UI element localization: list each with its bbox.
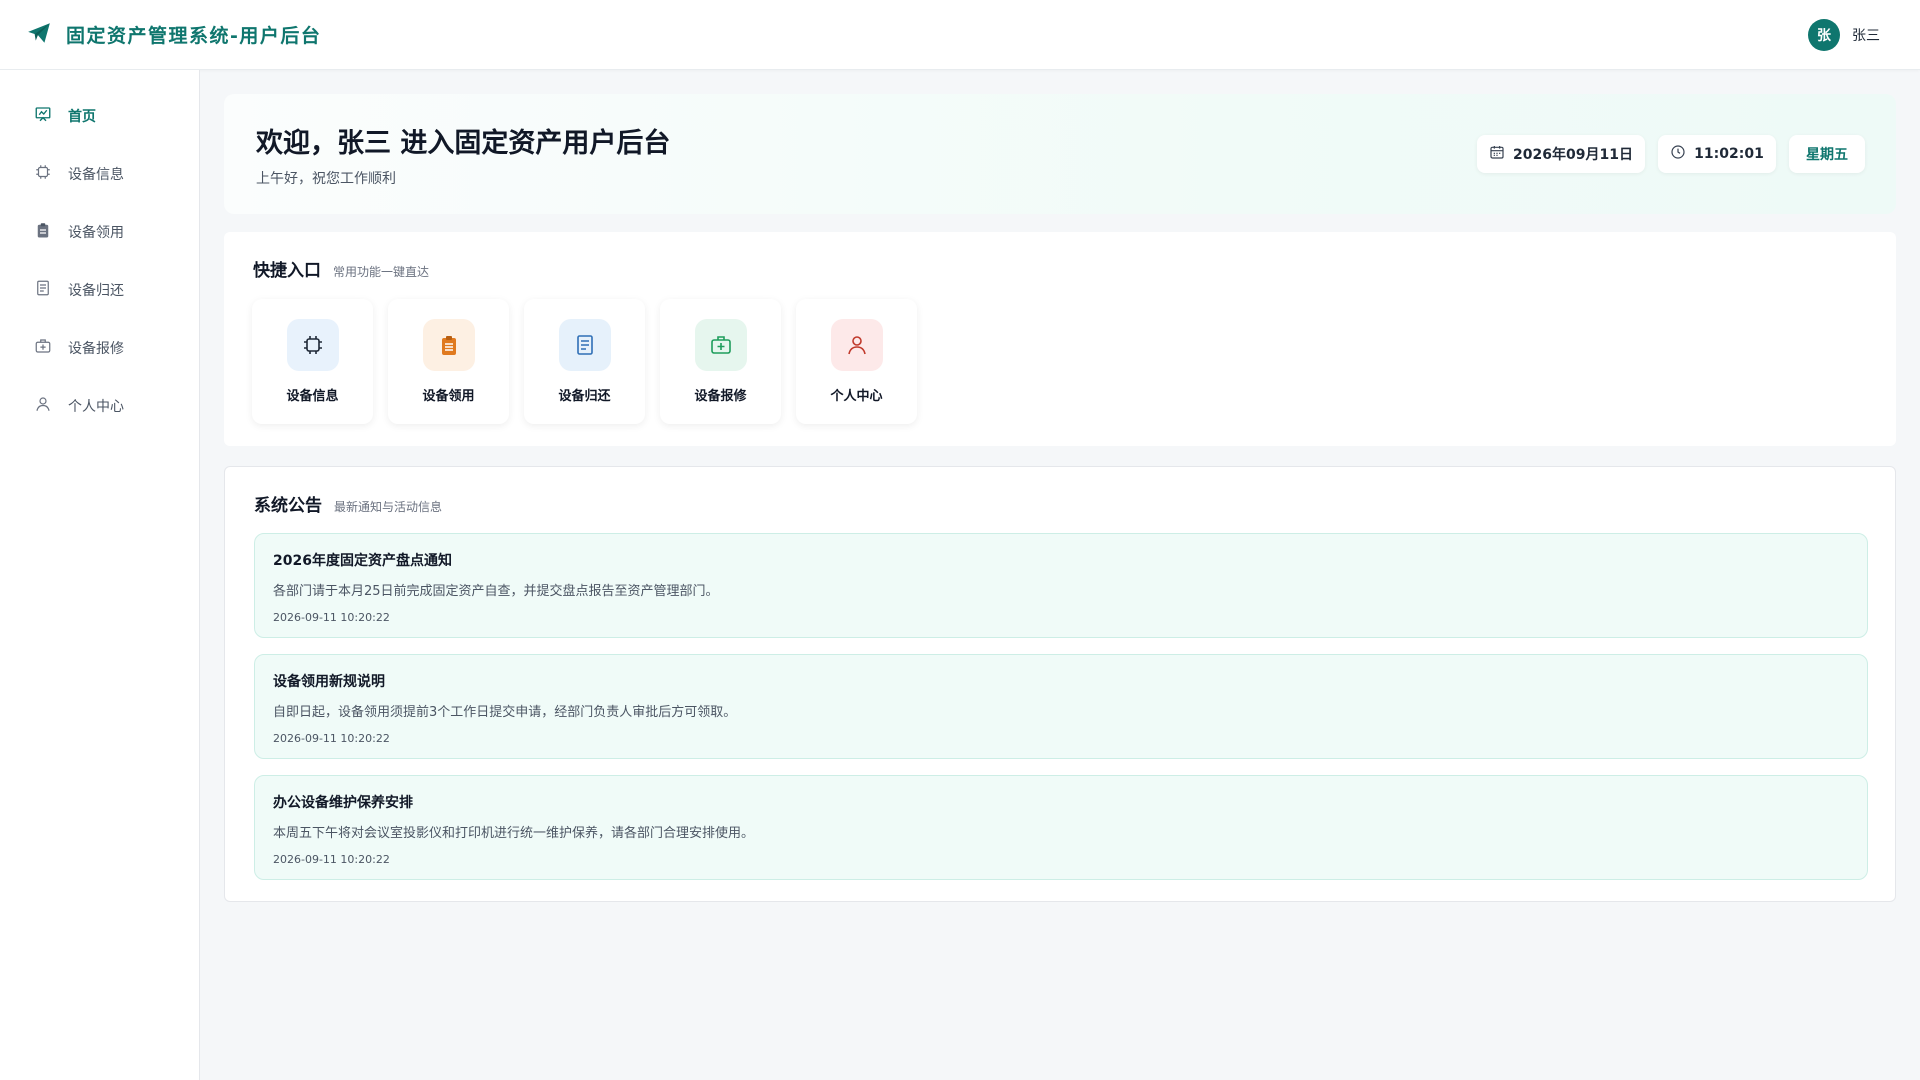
clipboard-icon [422, 319, 475, 371]
medkit-icon [694, 319, 747, 371]
quick-entry-header: 快捷入口 常用功能一键直达 [253, 256, 429, 281]
sidebar-item-label: 设备归还 [68, 283, 124, 299]
section-subtitle: 最新通知与活动信息 [334, 500, 443, 514]
notice-time: 2026-09-11 10:20:22 [273, 732, 390, 745]
tile-label: 设备领用 [422, 389, 475, 404]
sidebar: 首页 设备信息 设备领用 设备归还 设备报修 个人中心 [0, 70, 200, 1080]
weekday-chip: 星期五 [1789, 135, 1865, 173]
tile-label: 设备信息 [286, 389, 339, 404]
sidebar-item-device-borrow[interactable]: 设备领用 [0, 203, 199, 261]
document-icon [34, 279, 52, 301]
quick-tile-device-borrow[interactable]: 设备领用 [388, 299, 509, 424]
sidebar-item-device-info[interactable]: 设备信息 [0, 145, 199, 203]
sidebar-item-label: 设备信息 [68, 167, 124, 183]
clipboard-icon [34, 221, 52, 243]
notice-content: 自即日起，设备领用须提前3个工作日提交申请，经部门负责人审批后方可领取。 [273, 705, 737, 720]
notice-title: 办公设备维护保养安排 [273, 795, 413, 811]
notice-header: 系统公告 最新通知与活动信息 [254, 491, 442, 516]
main-content: 欢迎，张三 进入固定资产用户后台 上午好，祝您工作顺利 2026年09月11日 … [224, 94, 1896, 902]
notice-time: 2026-09-11 10:20:22 [273, 853, 390, 866]
sidebar-item-label: 设备领用 [68, 225, 124, 241]
notice-content: 各部门请于本月25日前完成固定资产自查，并提交盘点报告至资产管理部门。 [273, 584, 719, 599]
notice-time: 2026-09-11 10:20:22 [273, 611, 390, 624]
notice-list: 2026年度固定资产盘点通知 各部门请于本月25日前完成固定资产自查，并提交盘点… [254, 533, 1868, 896]
medkit-icon [34, 337, 52, 359]
quick-tile-device-info[interactable]: 设备信息 [252, 299, 373, 424]
avatar[interactable]: 张 [1808, 19, 1840, 51]
quick-tile-device-repair[interactable]: 设备报修 [660, 299, 781, 424]
user-icon [34, 395, 52, 417]
date-text: 2026年09月11日 [1513, 147, 1633, 163]
document-icon [558, 319, 611, 371]
chart-board-icon [34, 105, 52, 127]
chip-icon [286, 319, 339, 371]
section-title: 快捷入口 [253, 261, 321, 281]
calendar-icon [1489, 144, 1505, 164]
weekday-text: 星期五 [1806, 147, 1848, 163]
welcome-title: 欢迎，张三 进入固定资产用户后台 [256, 128, 671, 159]
notice-title: 设备领用新规说明 [273, 674, 385, 690]
section-title: 系统公告 [254, 496, 322, 516]
chip-icon [34, 163, 52, 185]
tile-label: 设备报修 [694, 389, 747, 404]
sidebar-item-label: 设备报修 [68, 341, 124, 357]
notice-content: 本周五下午将对会议室投影仪和打印机进行统一维护保养，请各部门合理安排使用。 [273, 826, 755, 841]
notice-item[interactable]: 设备领用新规说明 自即日起，设备领用须提前3个工作日提交申请，经部门负责人审批后… [254, 654, 1868, 759]
date-chip: 2026年09月11日 [1477, 135, 1645, 173]
welcome-subtitle: 上午好，祝您工作顺利 [256, 171, 396, 187]
time-chip: 11:02:01 [1658, 135, 1776, 173]
tile-label: 设备归还 [558, 389, 611, 404]
sidebar-item-label: 首页 [68, 109, 96, 125]
clock-icon [1670, 144, 1686, 164]
sidebar-item-profile[interactable]: 个人中心 [0, 377, 199, 435]
quick-entry-tiles: 设备信息 设备领用 设备归还 设备报修 个人中心 [252, 299, 917, 424]
user-menu[interactable]: 张 张三 [1808, 19, 1880, 51]
paper-plane-icon [26, 20, 52, 50]
user-name[interactable]: 张三 [1852, 25, 1880, 45]
notice-panel: 系统公告 最新通知与活动信息 2026年度固定资产盘点通知 各部门请于本月25日… [224, 466, 1896, 902]
sidebar-item-home[interactable]: 首页 [0, 87, 199, 145]
app-title: 固定资产管理系统-用户后台 [66, 25, 322, 47]
notice-title: 2026年度固定资产盘点通知 [273, 553, 452, 569]
notice-item[interactable]: 办公设备维护保养安排 本周五下午将对会议室投影仪和打印机进行统一维护保养，请各部… [254, 775, 1868, 880]
time-text: 11:02:01 [1694, 146, 1764, 162]
sidebar-item-label: 个人中心 [68, 399, 124, 415]
quick-tile-device-return[interactable]: 设备归还 [524, 299, 645, 424]
tile-label: 个人中心 [830, 389, 883, 404]
brand[interactable]: 固定资产管理系统-用户后台 [26, 20, 321, 50]
welcome-banner: 欢迎，张三 进入固定资产用户后台 上午好，祝您工作顺利 2026年09月11日 … [224, 94, 1896, 214]
sidebar-item-device-repair[interactable]: 设备报修 [0, 319, 199, 377]
notice-item[interactable]: 2026年度固定资产盘点通知 各部门请于本月25日前完成固定资产自查，并提交盘点… [254, 533, 1868, 638]
top-header: 固定资产管理系统-用户后台 张 张三 [0, 0, 1920, 70]
quick-entry-panel: 快捷入口 常用功能一键直达 设备信息 设备领用 设备归还 设备报修 个人中心 [224, 232, 1896, 446]
sidebar-item-device-return[interactable]: 设备归还 [0, 261, 199, 319]
user-icon [830, 319, 883, 371]
quick-tile-profile[interactable]: 个人中心 [796, 299, 917, 424]
section-subtitle: 常用功能一键直达 [333, 265, 430, 279]
